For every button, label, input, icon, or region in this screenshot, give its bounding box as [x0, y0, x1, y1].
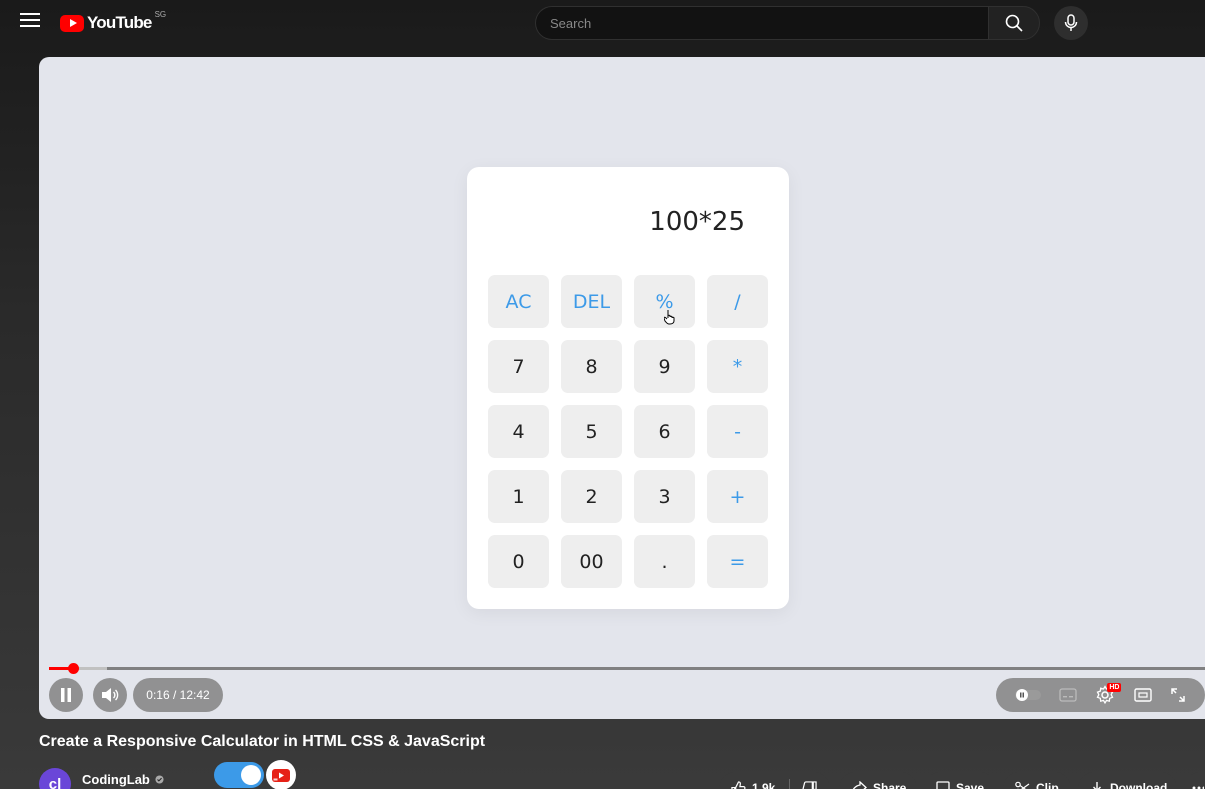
save-label: Save — [956, 781, 985, 789]
calc-key[interactable]: 8 — [561, 340, 622, 393]
calc-key[interactable]: 2 — [561, 470, 622, 523]
search-icon — [1005, 14, 1023, 32]
autoplay-toggle-icon — [1015, 689, 1042, 701]
calc-key[interactable]: AC — [488, 275, 549, 328]
time-text: 0:16 / 12:42 — [146, 688, 210, 702]
calc-key[interactable]: 0 — [488, 535, 549, 588]
calculator-keypad: AC DEL%/7 8 9 * 4 5 6-1 2 3 +0 00. = — [488, 275, 768, 588]
save-icon — [936, 781, 950, 789]
search-input[interactable] — [535, 6, 988, 40]
pause-icon — [61, 688, 71, 702]
clip-button[interactable]: Clip — [1003, 772, 1071, 789]
calc-key[interactable]: DEL — [561, 275, 622, 328]
verified-icon — [155, 775, 164, 784]
video-player[interactable]: 100*25 AC DEL%/7 8 9 * 4 5 6-1 2 3 +0 00. = 0:16 / 1… — [39, 57, 1205, 719]
autoplay-toggle[interactable] — [1015, 678, 1042, 712]
calc-key[interactable]: * — [707, 340, 768, 393]
more-icon — [1192, 786, 1204, 789]
logo-text: YouTube — [87, 13, 152, 32]
extension-button[interactable] — [266, 760, 296, 789]
clip-label: Clip — [1036, 781, 1059, 789]
calc-key[interactable]: 3 — [634, 470, 695, 523]
calc-key[interactable]: 1 — [488, 470, 549, 523]
thumbs-down-icon — [802, 781, 818, 789]
fullscreen-button[interactable] — [1170, 678, 1186, 712]
region-code: SG — [154, 10, 167, 19]
subtitles-icon — [1059, 688, 1077, 702]
menu-icon[interactable] — [20, 13, 40, 29]
volume-icon — [102, 688, 119, 702]
calc-key[interactable]: . — [634, 535, 695, 588]
calc-key[interactable]: + — [707, 470, 768, 523]
subtitles-button[interactable] — [1059, 678, 1077, 712]
download-icon — [1093, 782, 1101, 789]
channel-name-link[interactable]: CodingLab — [82, 772, 164, 787]
channel-avatar[interactable]: cl — [39, 768, 71, 789]
youtube-play-icon — [60, 14, 84, 32]
right-controls: HD — [996, 678, 1205, 712]
calc-key[interactable]: 9 — [634, 340, 695, 393]
more-actions-button[interactable] — [1184, 772, 1205, 789]
calculator-card: 100*25 AC DEL%/7 8 9 * 4 5 6-1 2 3 +0 00. = — [467, 167, 789, 609]
calc-key[interactable]: 5 — [561, 405, 622, 458]
scrubber-handle[interactable] — [68, 663, 80, 674]
microphone-icon — [1064, 14, 1078, 31]
video-title: Create a Responsive Calculator in HTML C… — [39, 733, 486, 750]
miniplayer-icon — [1133, 688, 1152, 702]
volume-button[interactable] — [93, 678, 127, 712]
thumbs-up-icon — [731, 781, 746, 789]
avatar-initials: cl — [48, 775, 62, 789]
share-label: Share — [873, 781, 907, 789]
download-button[interactable]: Download — [1078, 772, 1177, 789]
calc-key[interactable]: 00 — [561, 535, 622, 588]
hd-badge: HD — [1107, 683, 1122, 692]
calc-key[interactable]: 4 — [488, 405, 549, 458]
toggle-knob — [241, 765, 261, 785]
share-icon — [852, 781, 867, 789]
like-button[interactable]: 1.9k — [719, 772, 830, 789]
scissors-icon — [1015, 781, 1030, 789]
calc-key[interactable]: 7 — [488, 340, 549, 393]
calc-key[interactable]: - — [707, 405, 768, 458]
calc-key[interactable]: = — [707, 535, 768, 588]
calculator-display: 100*25 — [649, 207, 745, 237]
search-button[interactable] — [988, 6, 1040, 40]
save-button[interactable]: Save — [924, 772, 996, 789]
like-divider — [789, 779, 791, 789]
voice-search-button[interactable] — [1054, 6, 1088, 40]
share-button[interactable]: Share — [839, 772, 917, 789]
like-count: 1.9k — [752, 781, 776, 789]
time-display: 0:16 / 12:42 — [133, 678, 223, 712]
extension-toggle[interactable] — [214, 762, 264, 788]
progress-bar[interactable] — [49, 663, 1205, 674]
youtube-extension-icon — [272, 768, 290, 782]
download-label: Download — [1110, 781, 1168, 789]
calc-key[interactable]: 6 — [634, 405, 695, 458]
calc-key[interactable]: / — [707, 275, 768, 328]
youtube-logo[interactable]: YouTube SG — [60, 10, 167, 34]
channel-name: CodingLab — [82, 772, 150, 787]
masthead: YouTube SG — [0, 0, 1205, 48]
hand-cursor-icon — [664, 310, 675, 325]
miniplayer-button[interactable] — [1133, 678, 1152, 712]
settings-button[interactable]: HD — [1095, 678, 1122, 712]
pause-button[interactable] — [49, 678, 83, 712]
fullscreen-icon — [1171, 688, 1185, 702]
